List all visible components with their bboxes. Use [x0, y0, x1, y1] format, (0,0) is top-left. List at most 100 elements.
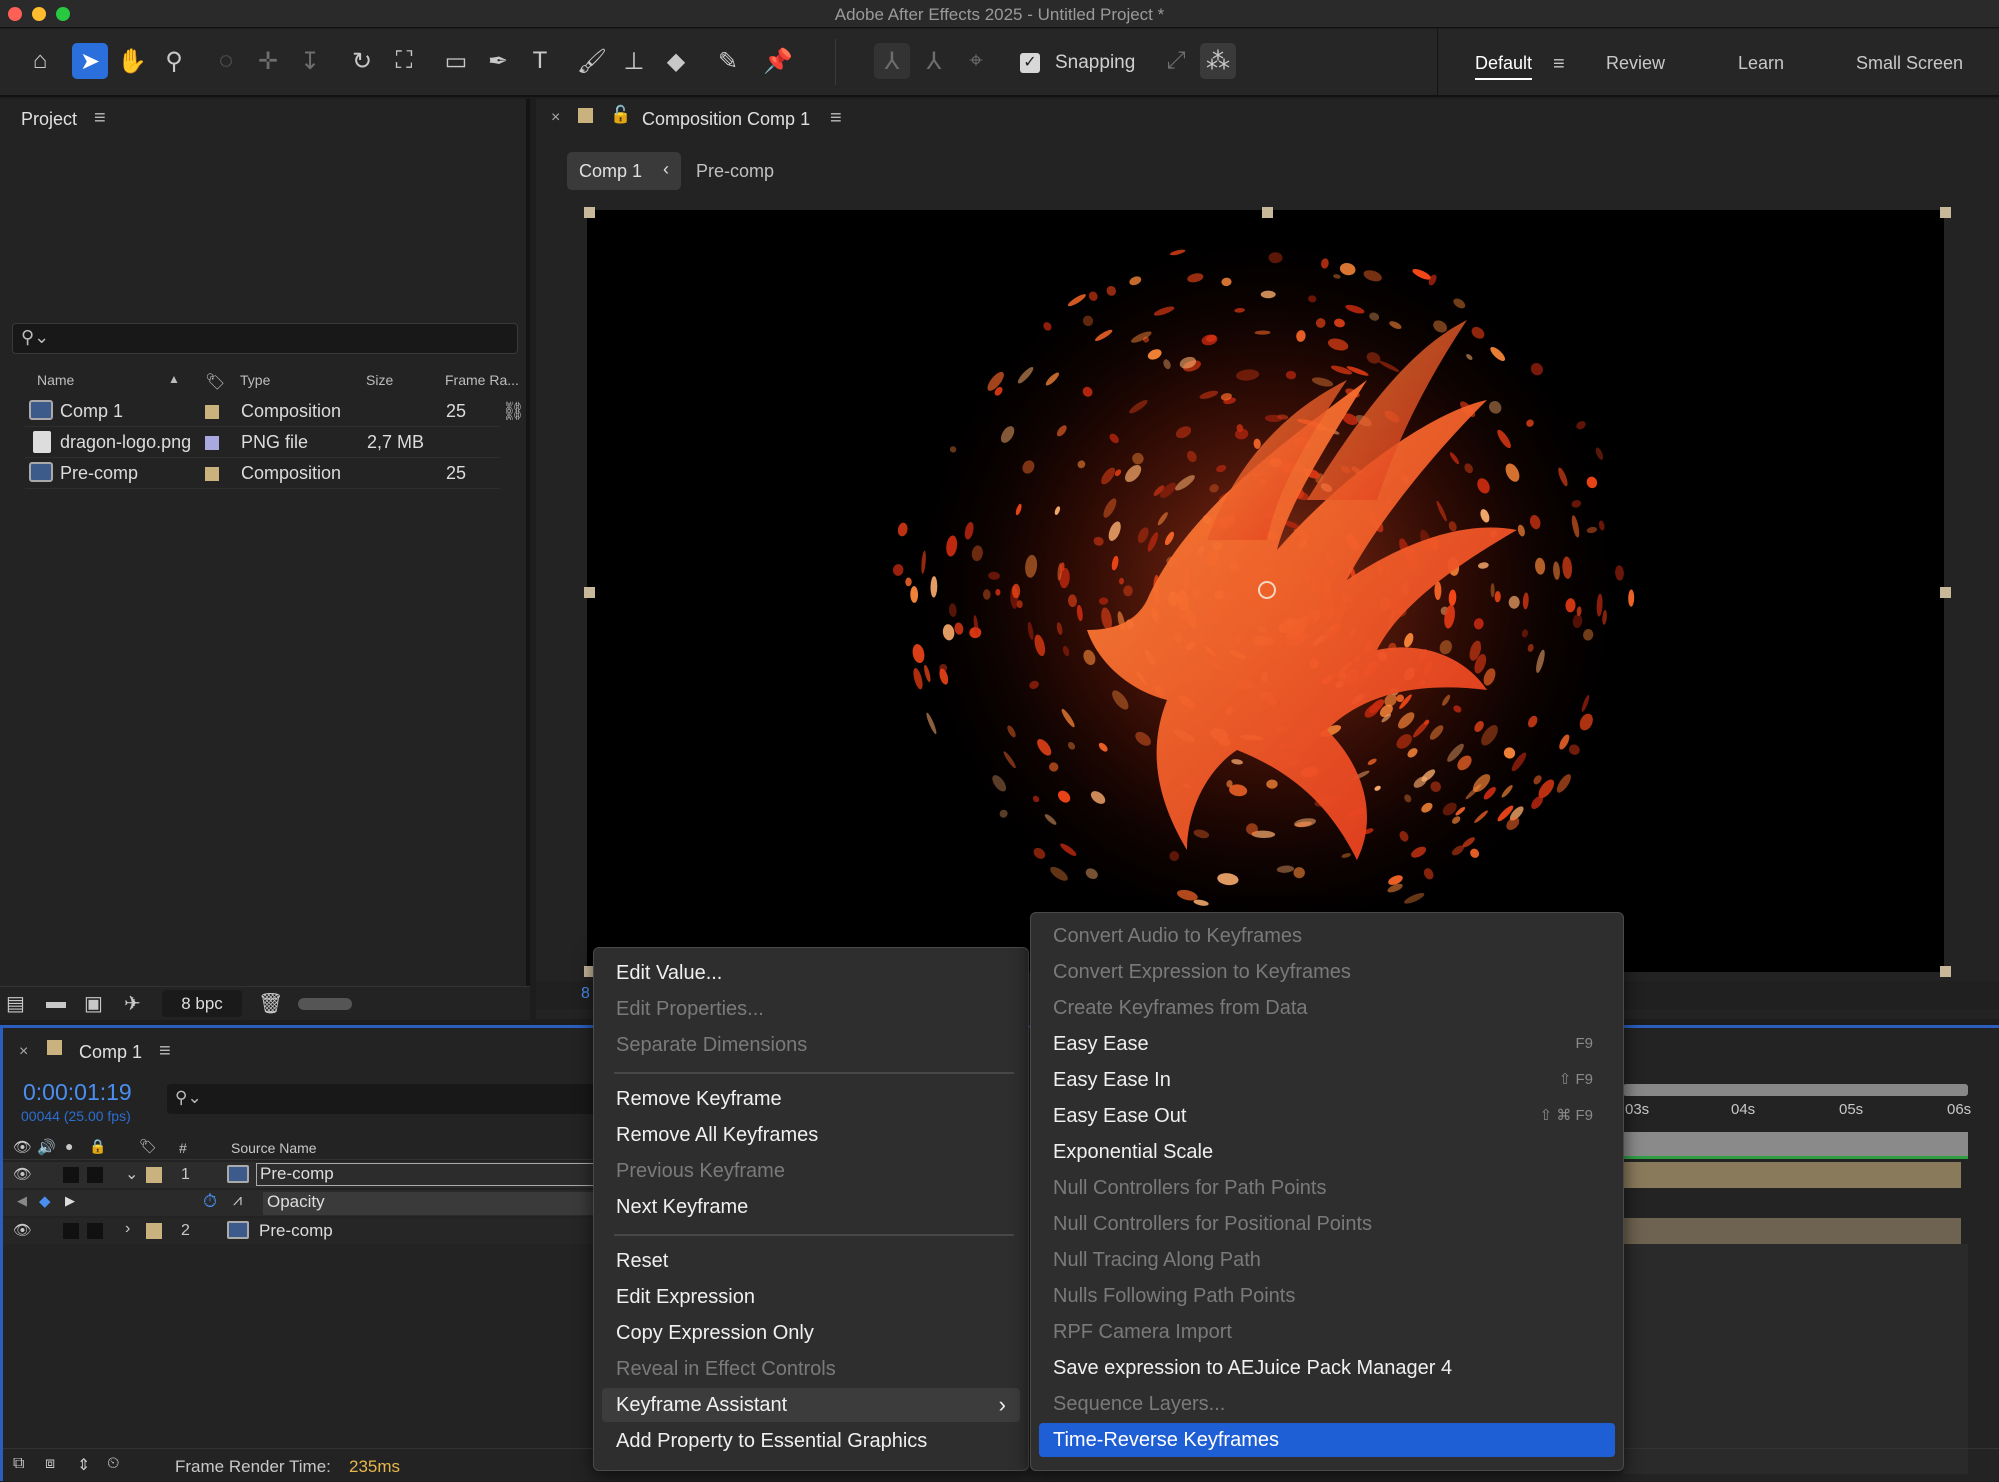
submenu-item-time-reverse-keyframes[interactable]: Time-Reverse Keyframes: [1039, 1423, 1615, 1457]
selection-tool-icon[interactable]: ➤: [72, 43, 108, 79]
solo-icon[interactable]: ●: [65, 1138, 73, 1154]
world-axis-icon[interactable]: ⅄: [916, 43, 952, 79]
render-time-icon[interactable]: ⏲: [107, 1455, 119, 1473]
solo-toggle[interactable]: [63, 1167, 79, 1183]
pen-tool-icon[interactable]: ✒: [480, 43, 516, 79]
solo-toggle[interactable]: [63, 1223, 79, 1239]
label-swatch[interactable]: [146, 1167, 162, 1183]
view-axis-icon[interactable]: ⌖: [958, 43, 994, 79]
pan-tool-icon[interactable]: ✛: [250, 43, 286, 79]
property-row[interactable]: ◀ ◆ ▶ ⏱ ⩘ Opacity: [3, 1190, 603, 1216]
breadcrumb-pre-comp[interactable]: Pre-comp: [696, 161, 774, 182]
lock-icon[interactable]: 🔓: [610, 105, 631, 125]
thumbnail-slider[interactable]: [298, 998, 352, 1010]
orbit-tool-icon[interactable]: ◌: [208, 43, 244, 79]
close-icon[interactable]: ×: [551, 109, 560, 127]
panel-menu-icon[interactable]: ≡: [94, 107, 106, 130]
render-queue-icon[interactable]: ✈: [124, 991, 141, 1016]
layer-row[interactable]: 👁 ⌄ 1 Pre-comp: [3, 1162, 603, 1188]
new-composition-icon[interactable]: ▣: [84, 991, 103, 1016]
lock-toggle[interactable]: [87, 1223, 103, 1239]
in-out-icon[interactable]: ⇕: [77, 1455, 90, 1475]
breadcrumb-comp-1[interactable]: Comp 1 ‹: [567, 152, 681, 190]
column-frame-rate[interactable]: Frame Ra...: [445, 372, 519, 388]
menu-item-edit-expression[interactable]: Edit Expression: [602, 1280, 1020, 1314]
home-icon[interactable]: ⌂: [22, 43, 58, 79]
brush-tool-icon[interactable]: 🖌: [574, 43, 610, 79]
submenu-item-nulls-following[interactable]: Nulls Following Path Points: [1039, 1279, 1615, 1313]
submenu-item-create-keyframes-from-data[interactable]: Create Keyframes from Data: [1039, 991, 1615, 1025]
transform-handle[interactable]: [1262, 207, 1273, 218]
transform-handle[interactable]: [1940, 207, 1951, 218]
new-folder-icon[interactable]: ▬: [46, 991, 66, 1014]
source-name-header[interactable]: Source Name: [231, 1140, 317, 1156]
layer-bar[interactable]: [1623, 1162, 1961, 1188]
stopwatch-icon[interactable]: ⏱: [203, 1191, 217, 1212]
dolly-tool-icon[interactable]: ↧: [292, 43, 328, 79]
submenu-item-save-expression-aejuice[interactable]: Save expression to AEJuice Pack Manager …: [1039, 1351, 1615, 1385]
submenu-item-null-controllers-path[interactable]: Null Controllers for Path Points: [1039, 1171, 1615, 1205]
layer-name[interactable]: Pre-comp: [259, 1221, 333, 1241]
workspace-small-screen[interactable]: Small Screen: [1856, 53, 1963, 74]
current-timecode[interactable]: 0:00:01:19: [23, 1079, 132, 1106]
bit-depth-button[interactable]: 8 bpc: [162, 990, 242, 1017]
workspace-default[interactable]: Default: [1475, 53, 1533, 80]
submenu-item-easy-ease-in[interactable]: Easy Ease In ⇧ F9: [1039, 1063, 1615, 1097]
menu-item-reset[interactable]: Reset: [602, 1244, 1020, 1278]
transfer-controls-icon[interactable]: ⧈: [45, 1455, 55, 1473]
transform-handle[interactable]: [584, 587, 595, 598]
project-item[interactable]: Pre-comp Composition 25: [25, 459, 500, 489]
submenu-item-null-tracing[interactable]: Null Tracing Along Path: [1039, 1243, 1615, 1277]
eye-icon[interactable]: 👁: [13, 1165, 32, 1183]
sort-arrow-icon[interactable]: ▲: [168, 372, 180, 386]
menu-item-edit-properties[interactable]: Edit Properties...: [602, 992, 1020, 1026]
panel-menu-icon[interactable]: ≡: [830, 107, 842, 130]
rectangle-tool-icon[interactable]: ▭: [438, 43, 474, 79]
puppet-pin-tool-icon[interactable]: 📌: [760, 43, 796, 79]
panel-menu-icon[interactable]: ≡: [159, 1040, 171, 1063]
composition-viewer[interactable]: [587, 210, 1944, 972]
type-tool-icon[interactable]: T: [522, 43, 558, 79]
eraser-tool-icon[interactable]: ◆: [658, 43, 694, 79]
trash-icon[interactable]: 🗑: [258, 991, 283, 1016]
project-search-input[interactable]: ⚲⌄: [12, 323, 518, 354]
transform-handle[interactable]: [584, 207, 595, 218]
menu-item-next-keyframe[interactable]: Next Keyframe: [602, 1190, 1020, 1224]
submenu-item-rpf-camera-import[interactable]: RPF Camera Import: [1039, 1315, 1615, 1349]
label-swatch[interactable]: [205, 467, 219, 481]
transform-handle[interactable]: [1940, 966, 1951, 977]
flowchart-icon[interactable]: ⛓: [502, 401, 525, 422]
project-item[interactable]: dragon-logo.png PNG file 2,7 MB: [25, 428, 500, 458]
snap-edge-icon[interactable]: ⤢: [1158, 43, 1194, 79]
layer-bar[interactable]: [1623, 1218, 1961, 1244]
prev-keyframe-icon[interactable]: ◀: [17, 1193, 27, 1209]
menu-item-separate-dimensions[interactable]: Separate Dimensions: [602, 1028, 1020, 1062]
menu-item-previous-keyframe[interactable]: Previous Keyframe: [602, 1154, 1020, 1188]
roto-brush-tool-icon[interactable]: ✎: [710, 43, 746, 79]
clone-stamp-tool-icon[interactable]: ⊥: [616, 43, 652, 79]
property-name[interactable]: Opacity: [263, 1192, 593, 1215]
chevron-right-icon[interactable]: ›: [125, 1220, 130, 1238]
eye-icon[interactable]: 👁: [13, 1221, 32, 1239]
anchor-point-tool-icon[interactable]: ⛶: [386, 43, 422, 79]
interpret-footage-icon[interactable]: ▤: [6, 991, 25, 1016]
chevron-down-icon[interactable]: ⌄: [125, 1164, 138, 1184]
label-column-icon[interactable]: 🏷: [139, 1138, 157, 1155]
workspace-learn[interactable]: Learn: [1738, 53, 1784, 74]
layer-row[interactable]: 👁 › 2 Pre-comp: [3, 1218, 603, 1244]
project-item[interactable]: Comp 1 Composition 25 ⛓: [25, 397, 525, 427]
time-navigator[interactable]: [1623, 1084, 1968, 1096]
next-keyframe-icon[interactable]: ▶: [65, 1193, 75, 1209]
submenu-item-easy-ease-out[interactable]: Easy Ease Out ⇧ ⌘ F9: [1039, 1099, 1615, 1133]
workspace-review[interactable]: Review: [1606, 53, 1665, 74]
lock-toggle[interactable]: [87, 1167, 103, 1183]
submenu-item-convert-audio[interactable]: Convert Audio to Keyframes: [1039, 919, 1615, 953]
graph-icon[interactable]: ⩘: [233, 1192, 242, 1210]
submenu-item-exponential-scale[interactable]: Exponential Scale: [1039, 1135, 1615, 1169]
snap-feature-icon[interactable]: ⁂: [1200, 43, 1236, 79]
magnification-value[interactable]: 8: [581, 985, 590, 1003]
submenu-item-null-controllers-positional[interactable]: Null Controllers for Positional Points: [1039, 1207, 1615, 1241]
layer-switches-icon[interactable]: ⧉: [13, 1455, 24, 1473]
menu-item-copy-expression-only[interactable]: Copy Expression Only: [602, 1316, 1020, 1350]
column-size[interactable]: Size: [366, 372, 393, 388]
